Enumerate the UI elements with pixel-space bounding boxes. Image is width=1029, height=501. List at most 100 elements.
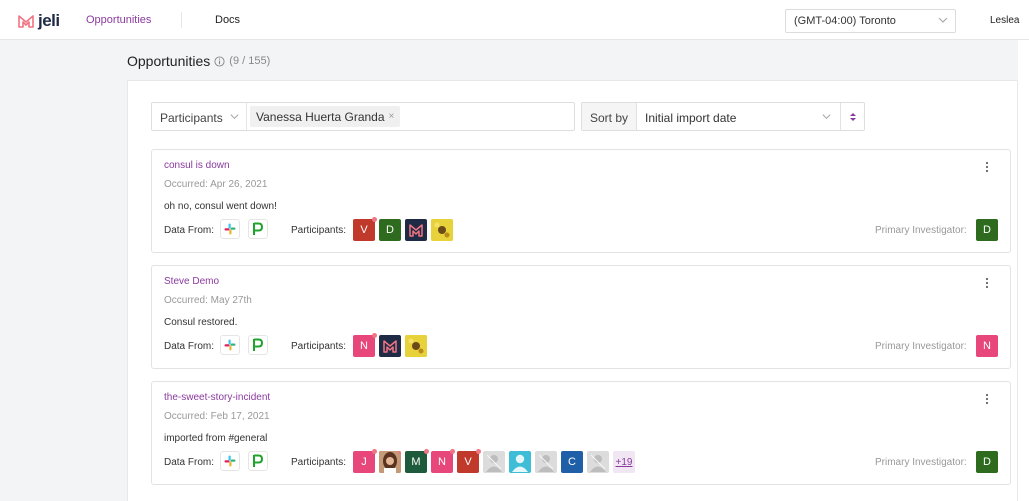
opportunity-count: (9 / 155) <box>229 55 271 67</box>
slack-icon <box>224 455 236 467</box>
pagerduty-source[interactable] <box>248 219 268 239</box>
opportunity-card[interactable]: the-sweet-story-incident Occurred: Feb 1… <box>151 381 1011 485</box>
sunflower-photo-icon <box>405 335 427 357</box>
sort-control[interactable]: Sort by Initial import date <box>581 102 865 131</box>
investigator-avatar[interactable]: N <box>976 335 998 357</box>
sort-select-value[interactable]: Initial import date <box>645 111 736 125</box>
opportunity-title[interactable]: consul is down <box>164 160 230 171</box>
filter-type-label[interactable]: Participants <box>160 111 223 125</box>
occurred-date: Occurred: May 27th <box>164 295 252 306</box>
jeli-logo[interactable]: jeli <box>18 11 60 31</box>
more-participants-link[interactable]: +19 <box>613 451 635 473</box>
notification-dot <box>424 449 429 454</box>
chevron-down-icon[interactable] <box>229 111 240 122</box>
participant-avatar[interactable]: C <box>561 451 583 473</box>
unknown-user-icon <box>538 454 554 472</box>
participant-avatar[interactable]: J <box>353 449 377 473</box>
unknown-user-icon <box>590 454 606 472</box>
opportunity-card[interactable]: consul is down Occurred: Apr 26, 2021 oh… <box>151 149 1011 253</box>
scrollbar-track[interactable] <box>1018 40 1029 501</box>
sort-direction-icon <box>850 112 856 121</box>
timezone-value: (GMT-04:00) Toronto <box>794 15 896 27</box>
nav-opportunities-link[interactable]: Opportunities <box>86 14 151 26</box>
filter-divider <box>246 103 247 130</box>
notification-dot <box>372 449 377 454</box>
slack-source[interactable] <box>220 219 240 239</box>
participant-avatar[interactable] <box>587 451 609 473</box>
kebab-menu-icon[interactable] <box>982 276 992 290</box>
participant-avatar[interactable] <box>483 451 505 473</box>
participant-avatar[interactable] <box>405 219 427 241</box>
slack-source[interactable] <box>220 451 240 471</box>
jeli-logo-icon <box>409 224 423 237</box>
participants-filter[interactable]: Participants Vanessa Huerta Granda × <box>151 102 575 131</box>
logo-text: jeli <box>38 11 60 30</box>
investigator-avatar[interactable]: D <box>976 451 998 473</box>
participant-avatars: N <box>353 333 427 357</box>
pagerduty-source[interactable] <box>248 335 268 355</box>
participant-avatar[interactable]: M <box>405 449 429 473</box>
opportunity-card[interactable]: Steve Demo Occurred: May 27th Consul res… <box>151 265 1011 369</box>
slack-icon <box>224 339 236 351</box>
page-title: Opportunities (9 / 155) <box>127 53 270 69</box>
opportunity-description: imported from #general <box>164 433 268 444</box>
person-photo-icon <box>379 451 401 473</box>
pagerduty-icon <box>253 222 264 235</box>
participant-avatar[interactable] <box>509 451 531 473</box>
sort-label-cell: Sort by <box>582 103 637 130</box>
top-nav: jeli Opportunities Docs (GMT-04:00) Toro… <box>0 0 1029 40</box>
investigator-avatar[interactable]: D <box>976 219 998 241</box>
primary-investigator-label: Primary Investigator: <box>875 225 967 236</box>
kebab-menu-icon[interactable] <box>982 392 992 406</box>
kebab-menu-icon[interactable] <box>982 160 992 174</box>
data-from-label: Data From: <box>164 457 215 468</box>
participant-avatar[interactable]: N <box>431 449 455 473</box>
sort-direction-button[interactable] <box>840 103 865 130</box>
user-name[interactable]: Leslea <box>990 15 1019 26</box>
participants-label: Participants: <box>291 341 347 352</box>
participant-avatar[interactable] <box>405 335 427 357</box>
opportunity-title[interactable]: the-sweet-story-incident <box>164 392 270 403</box>
participant-avatar[interactable]: D <box>379 219 401 241</box>
participants-label: Participants: <box>291 457 347 468</box>
chevron-down-icon <box>938 17 948 23</box>
data-from-label: Data From: <box>164 341 215 352</box>
pagerduty-icon <box>253 338 264 351</box>
participant-avatar[interactable] <box>431 219 453 241</box>
participant-avatar[interactable] <box>379 335 401 357</box>
notification-dot <box>476 449 481 454</box>
page-title-text: Opportunities <box>127 53 211 69</box>
notification-dot <box>450 449 455 454</box>
chevron-down-icon[interactable] <box>821 111 832 122</box>
nav-docs-link[interactable]: Docs <box>215 14 240 26</box>
opportunity-title[interactable]: Steve Demo <box>164 276 219 287</box>
data-from-label: Data From: <box>164 225 215 236</box>
pagerduty-icon <box>253 454 264 467</box>
opportunity-description: oh no, consul went down! <box>164 201 277 212</box>
participant-avatar[interactable] <box>379 451 401 473</box>
notification-dot <box>398 451 401 454</box>
occurred-date: Occurred: Feb 17, 2021 <box>164 411 270 422</box>
unknown-user-icon <box>486 454 502 472</box>
participant-avatar[interactable]: V <box>353 217 377 241</box>
timezone-select[interactable]: (GMT-04:00) Toronto <box>785 9 956 33</box>
slack-icon <box>224 223 236 235</box>
participant-chip-label: Vanessa Huerta Granda <box>256 109 385 124</box>
nav-divider <box>181 12 182 28</box>
opportunity-description: Consul restored. <box>164 317 238 328</box>
sort-label: Sort by <box>590 111 629 125</box>
slack-source[interactable] <box>220 335 240 355</box>
jeli-logo-icon <box>383 340 397 353</box>
info-icon[interactable] <box>214 55 225 67</box>
chip-remove-icon[interactable]: × <box>389 111 395 122</box>
primary-investigator-label: Primary Investigator: <box>875 341 967 352</box>
participant-avatars: J M N V C +19 <box>353 449 635 473</box>
primary-investigator-label: Primary Investigator: <box>875 457 967 468</box>
participant-avatar[interactable]: V <box>457 449 481 473</box>
default-profile-icon <box>512 454 528 472</box>
pagerduty-source[interactable] <box>248 451 268 471</box>
participant-avatar[interactable]: N <box>353 333 377 357</box>
participant-chip: Vanessa Huerta Granda × <box>250 106 401 127</box>
participants-label: Participants: <box>291 225 347 236</box>
participant-avatar[interactable] <box>535 451 557 473</box>
